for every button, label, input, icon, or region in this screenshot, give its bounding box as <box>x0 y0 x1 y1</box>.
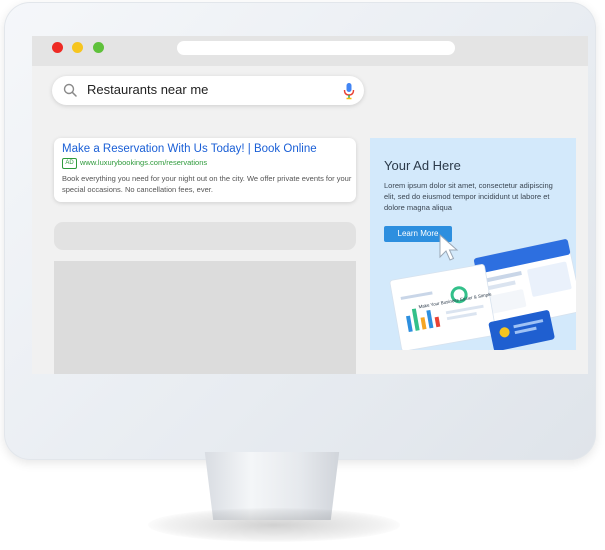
minimize-window-button[interactable] <box>72 42 83 53</box>
side-ad-panel: Your Ad Here Lorem ipsum dolor sit amet,… <box>370 138 576 350</box>
address-bar[interactable] <box>177 41 455 55</box>
ad-url[interactable]: www.luxurybookings.com/reservations <box>80 158 207 167</box>
placeholder-result-bar <box>54 222 356 250</box>
monitor-frame: Restaurants near me Make a Reservation W… <box>4 2 596 460</box>
browser-window: Restaurants near me Make a Reservation W… <box>32 36 588 374</box>
ad-title-link[interactable]: Make a Reservation With Us Today! | Book… <box>62 143 317 155</box>
ad-description: Book everything you need for your night … <box>62 174 352 194</box>
ad-badge: AD <box>62 158 77 169</box>
search-box[interactable]: Restaurants near me <box>52 76 364 105</box>
browser-titlebar <box>32 36 588 66</box>
stand-shadow <box>148 508 400 542</box>
search-input[interactable]: Restaurants near me <box>87 82 208 97</box>
search-icon <box>63 83 77 97</box>
placeholder-result-block <box>54 261 356 374</box>
close-window-button[interactable] <box>52 42 63 53</box>
sponsored-result[interactable]: Make a Reservation With Us Today! | Book… <box>54 138 356 202</box>
dashboard-illustration <box>389 238 576 350</box>
microphone-icon[interactable] <box>342 82 356 100</box>
maximize-window-button[interactable] <box>93 42 104 53</box>
